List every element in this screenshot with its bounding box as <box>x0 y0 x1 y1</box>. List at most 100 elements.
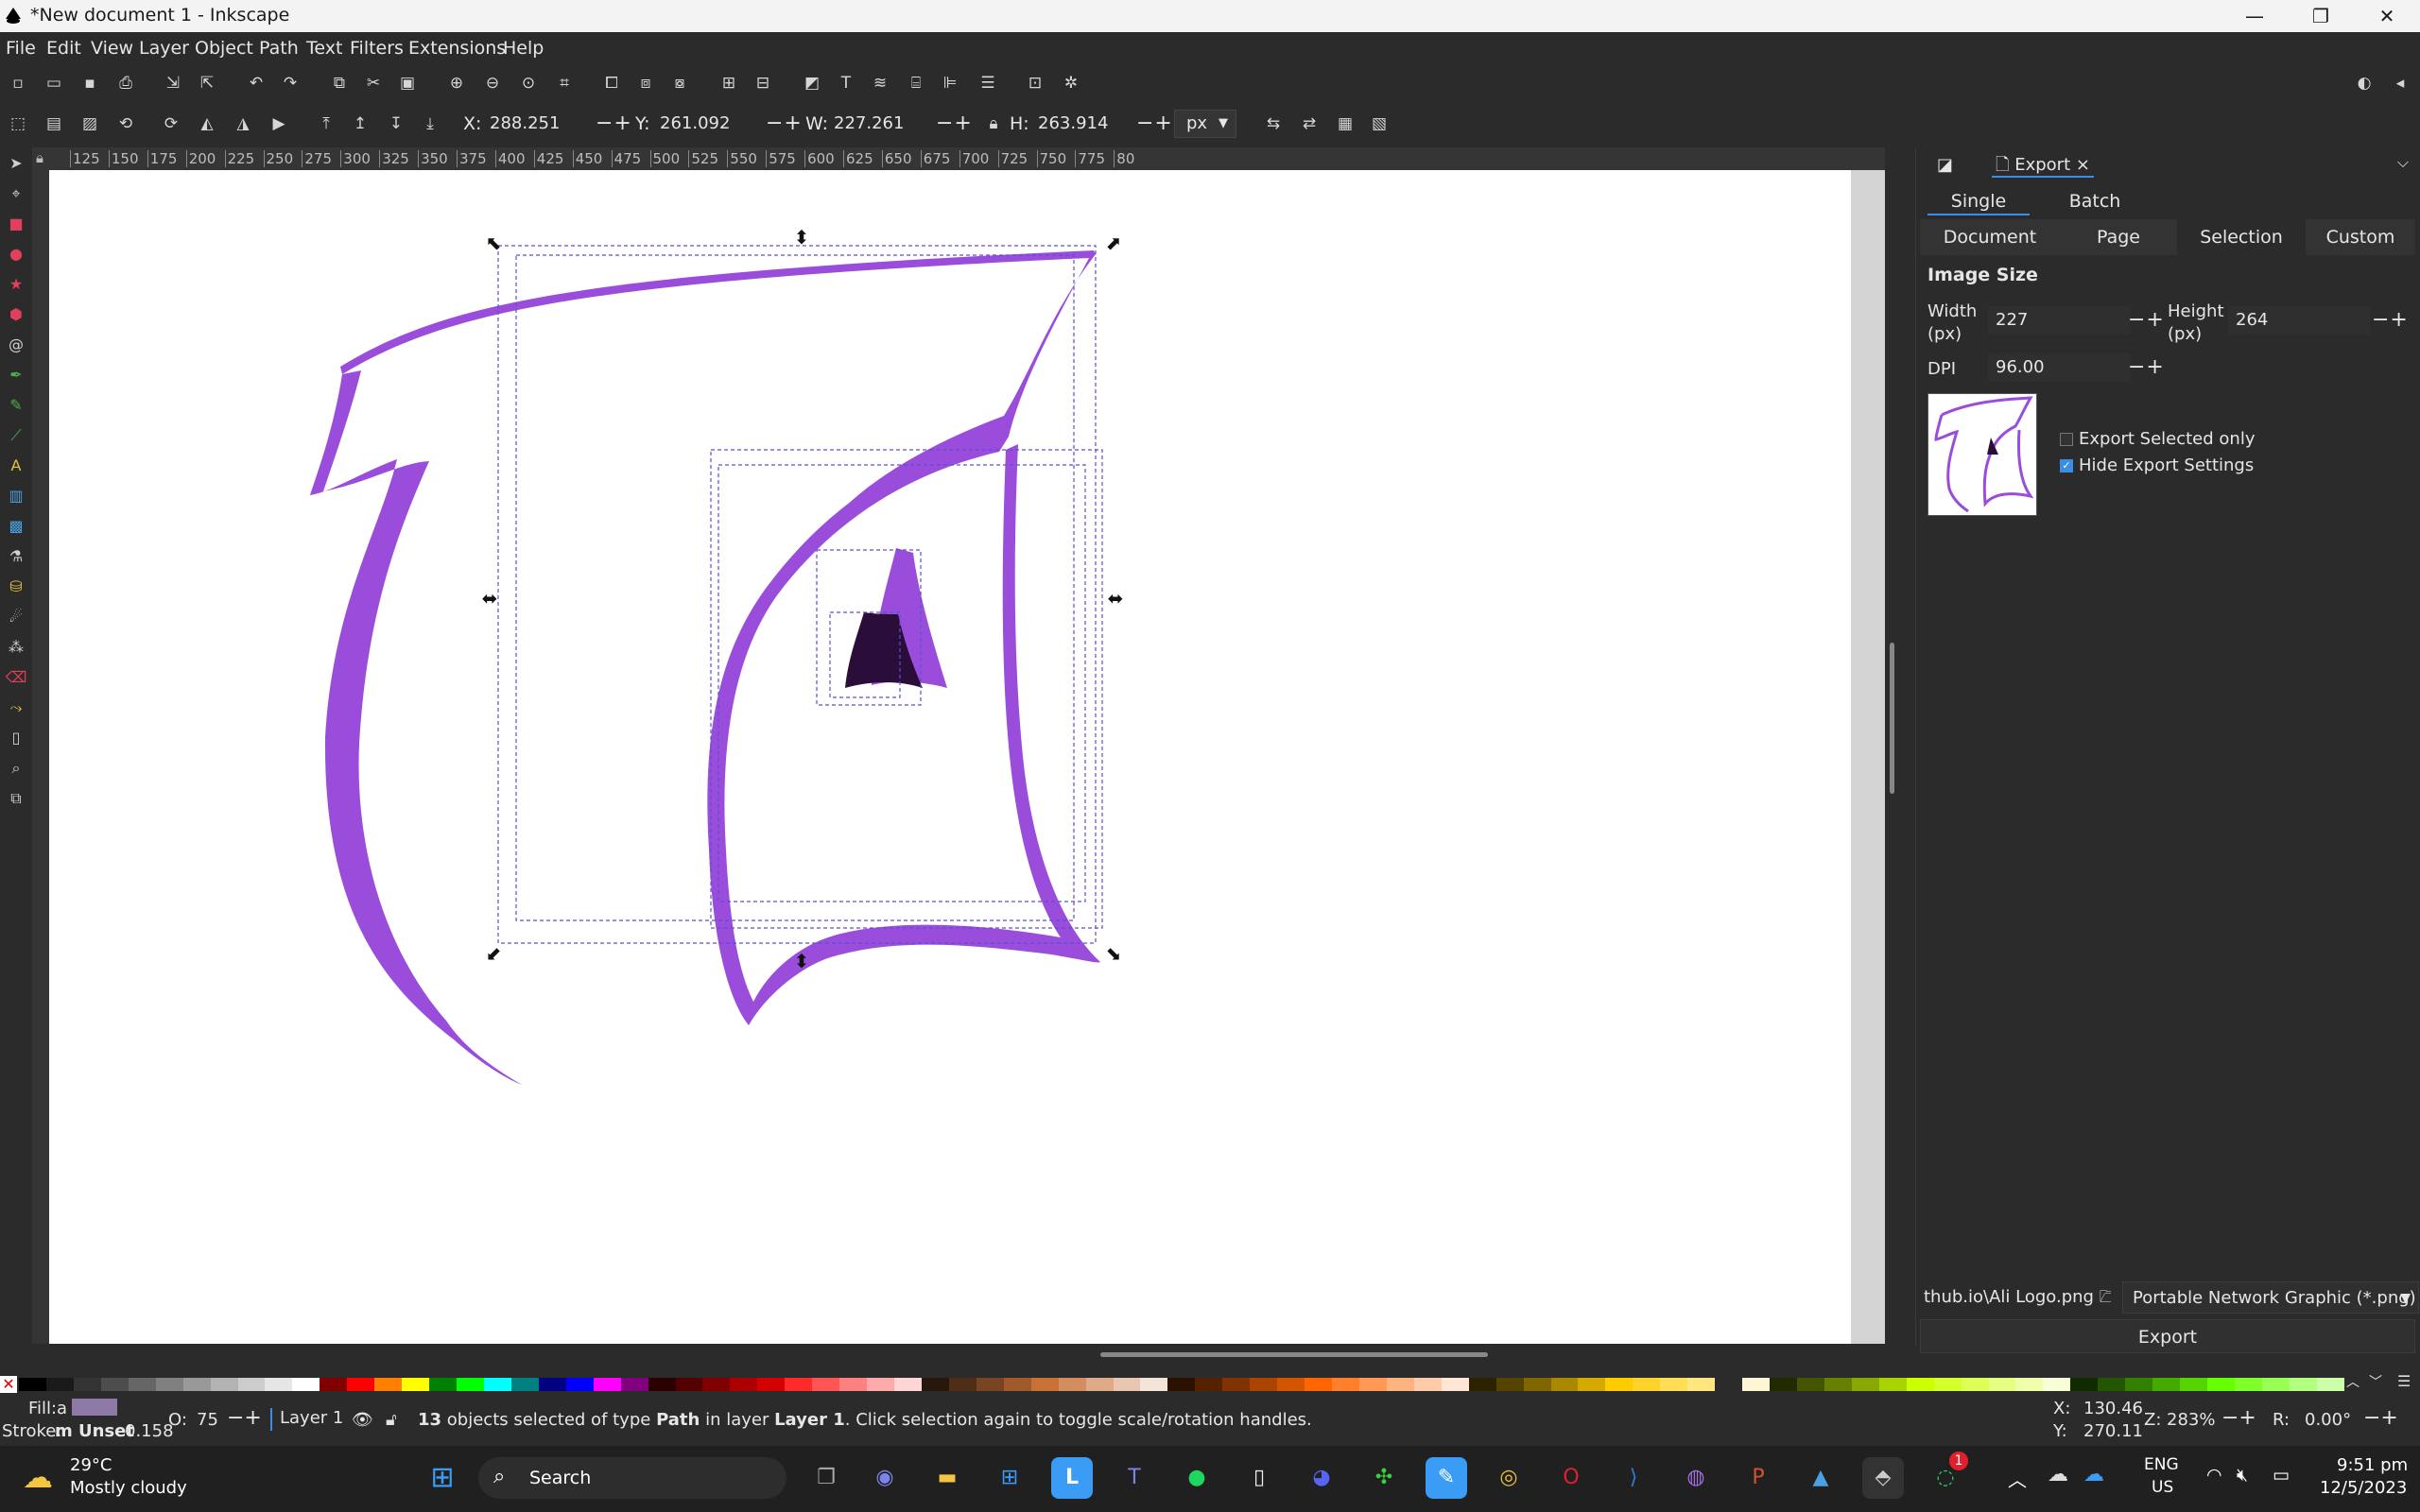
palette-swatch[interactable] <box>1933 1378 1962 1391</box>
palette-swatch[interactable] <box>839 1378 868 1391</box>
pen-tool-icon[interactable]: ✒ <box>4 363 28 387</box>
move-gradients-icon[interactable]: ▦ <box>1331 110 1359 138</box>
menu-file[interactable]: File <box>6 38 36 59</box>
tab-page[interactable]: Page <box>2060 219 2177 255</box>
palette-swatch[interactable] <box>976 1378 1004 1391</box>
flip-vertical-icon[interactable]: ◮ <box>229 110 257 138</box>
fill-swatch[interactable] <box>72 1399 117 1416</box>
height-stepper[interactable]: −+ <box>2372 306 2409 335</box>
palette-swatch[interactable] <box>1468 1378 1496 1391</box>
palette-swatch[interactable] <box>320 1378 348 1391</box>
palette-swatch[interactable] <box>2261 1378 2290 1391</box>
palette-swatch[interactable] <box>1441 1378 1469 1391</box>
deselect-icon[interactable]: ▨ <box>76 110 104 138</box>
y-stepper[interactable]: −+ <box>766 110 803 138</box>
close-button[interactable]: ✕ <box>2354 0 2420 32</box>
move-patterns-icon[interactable]: ▧ <box>1365 110 1393 138</box>
stroke-width[interactable]: 0.158 <box>125 1421 174 1441</box>
new-document-icon[interactable]: ▫ <box>4 69 32 97</box>
palette-scroll-down-icon[interactable]: ﹀ <box>2369 1372 2382 1391</box>
horizontal-scroll-thumb[interactable] <box>1100 1352 1488 1357</box>
mesh-tool-icon[interactable]: ▩ <box>4 514 28 539</box>
palette-swatch[interactable] <box>812 1378 840 1391</box>
tray-overflow-chevron-icon[interactable]: ︿ <box>2008 1465 2027 1492</box>
vscode-icon[interactable]: ⟩ <box>1613 1457 1654 1499</box>
palette-swatch[interactable] <box>128 1378 156 1391</box>
palette-swatch[interactable] <box>894 1378 922 1391</box>
ungroup-icon[interactable]: ⊟ <box>749 69 777 97</box>
spiral-tool-icon[interactable]: @ <box>4 333 28 357</box>
maximize-button[interactable]: ❐ <box>2288 0 2354 32</box>
zoom-page-icon[interactable]: ⊙ <box>514 69 543 97</box>
opacity-stepper[interactable]: −+ <box>227 1406 262 1430</box>
text-font-icon[interactable]: T <box>832 69 860 97</box>
palette-swatch[interactable] <box>19 1378 46 1391</box>
xml-editor-icon[interactable]: ⌸ <box>902 69 930 97</box>
gradient-tool-icon[interactable]: ▥ <box>4 484 28 508</box>
palette-swatch[interactable] <box>1523 1378 1551 1391</box>
horizontal-scrollbar[interactable] <box>32 1344 1885 1365</box>
calligraphy-tool-icon[interactable]: ⟋ <box>4 423 28 448</box>
menu-text[interactable]: Text <box>306 38 342 59</box>
group-icon[interactable]: ⊞ <box>715 69 743 97</box>
copy-icon[interactable]: ⧉ <box>325 69 354 97</box>
palette-swatch[interactable] <box>2070 1378 2099 1391</box>
fill-stroke-dock-icon[interactable]: ◪ <box>1937 155 1953 175</box>
palette-swatch[interactable] <box>1332 1378 1359 1391</box>
palette-swatch[interactable] <box>1085 1378 1114 1391</box>
palette-swatch[interactable] <box>948 1378 977 1391</box>
handle-top-left[interactable]: ⬉ <box>486 232 502 254</box>
pencil-tool-icon[interactable]: ✎ <box>4 393 28 418</box>
palette-swatch[interactable] <box>2316 1378 2344 1391</box>
palette-swatch[interactable] <box>757 1378 786 1391</box>
vertical-scrollbar[interactable] <box>1885 147 1898 1348</box>
battery-icon[interactable]: ▭ <box>2273 1465 2290 1486</box>
menu-help[interactable]: Help <box>503 38 544 59</box>
menu-path[interactable]: Path <box>259 38 299 59</box>
palette-swatch[interactable] <box>1550 1378 1579 1391</box>
fill-stroke-icon[interactable]: ◩ <box>798 69 826 97</box>
connector-tool-icon[interactable]: ⤳ <box>4 696 28 720</box>
raise-icon[interactable]: ↥ <box>346 110 374 138</box>
palette-swatch[interactable] <box>1167 1378 1196 1391</box>
palette-menu-icon[interactable]: ☰ <box>2397 1372 2411 1390</box>
zoom-input[interactable]: 283% <box>2167 1410 2215 1430</box>
export-dock-tab[interactable]: 🗋︎ Export × <box>1992 153 2094 178</box>
palette-swatch[interactable] <box>292 1378 320 1391</box>
palette-swatch[interactable] <box>510 1378 539 1391</box>
wifi-icon[interactable]: ◠ <box>2206 1465 2222 1486</box>
x-input[interactable]: 288.251 <box>486 110 590 138</box>
cut-icon[interactable]: ✂ <box>359 69 388 97</box>
3d-box-tool-icon[interactable]: ⬢ <box>4 302 28 327</box>
zoom-selection-icon[interactable]: ⊕ <box>442 69 471 97</box>
onedrive-blue-icon[interactable]: ☁ <box>2083 1463 2104 1486</box>
start-windows-icon[interactable]: ⊞ <box>422 1457 463 1499</box>
zoom-width-icon[interactable]: ⌗ <box>550 69 579 97</box>
star-tool-icon[interactable]: ★ <box>4 272 28 297</box>
rotate-input[interactable]: 0.00° <box>2305 1410 2351 1430</box>
logo-left-stroke[interactable] <box>310 370 522 1085</box>
palette-swatch[interactable] <box>593 1378 621 1391</box>
app-green-icon[interactable]: ✣ <box>1363 1457 1405 1499</box>
handle-bottom-left[interactable]: ⬋ <box>486 942 502 965</box>
palette-swatch[interactable] <box>347 1378 375 1391</box>
preferences-icon[interactable]: ✲ <box>1057 69 1085 97</box>
tab-document[interactable]: Document <box>1920 219 2060 255</box>
rotate-ccw-icon[interactable]: ⟲ <box>112 110 140 138</box>
opacity-input[interactable]: 75 <box>197 1410 218 1430</box>
export-selected-only-checkbox[interactable] <box>2060 433 2073 446</box>
palette-swatch[interactable] <box>2289 1378 2317 1391</box>
palette-swatch[interactable] <box>265 1378 293 1391</box>
palette-swatch[interactable] <box>483 1378 511 1391</box>
select-all-icon[interactable]: ⬚ <box>4 110 32 138</box>
spray-tool-icon[interactable]: ⁂ <box>4 635 28 660</box>
tweak-tool-icon[interactable]: ☄ <box>4 605 28 629</box>
paint-bucket-tool-icon[interactable]: ⛁ <box>4 575 28 599</box>
weather-icon[interactable]: ☁ <box>23 1459 53 1495</box>
flip-icon[interactable]: ▶ <box>265 110 293 138</box>
zoom-tool-icon[interactable]: ⌕ <box>4 756 28 781</box>
palette-swatch[interactable] <box>402 1378 430 1391</box>
palette-scroll-up-icon[interactable]: ︿ <box>2346 1372 2360 1391</box>
layer-lock-icon[interactable]: 🔓︎ <box>386 1410 397 1430</box>
taskbar-search-box[interactable]: ⌕ Search <box>478 1457 786 1499</box>
